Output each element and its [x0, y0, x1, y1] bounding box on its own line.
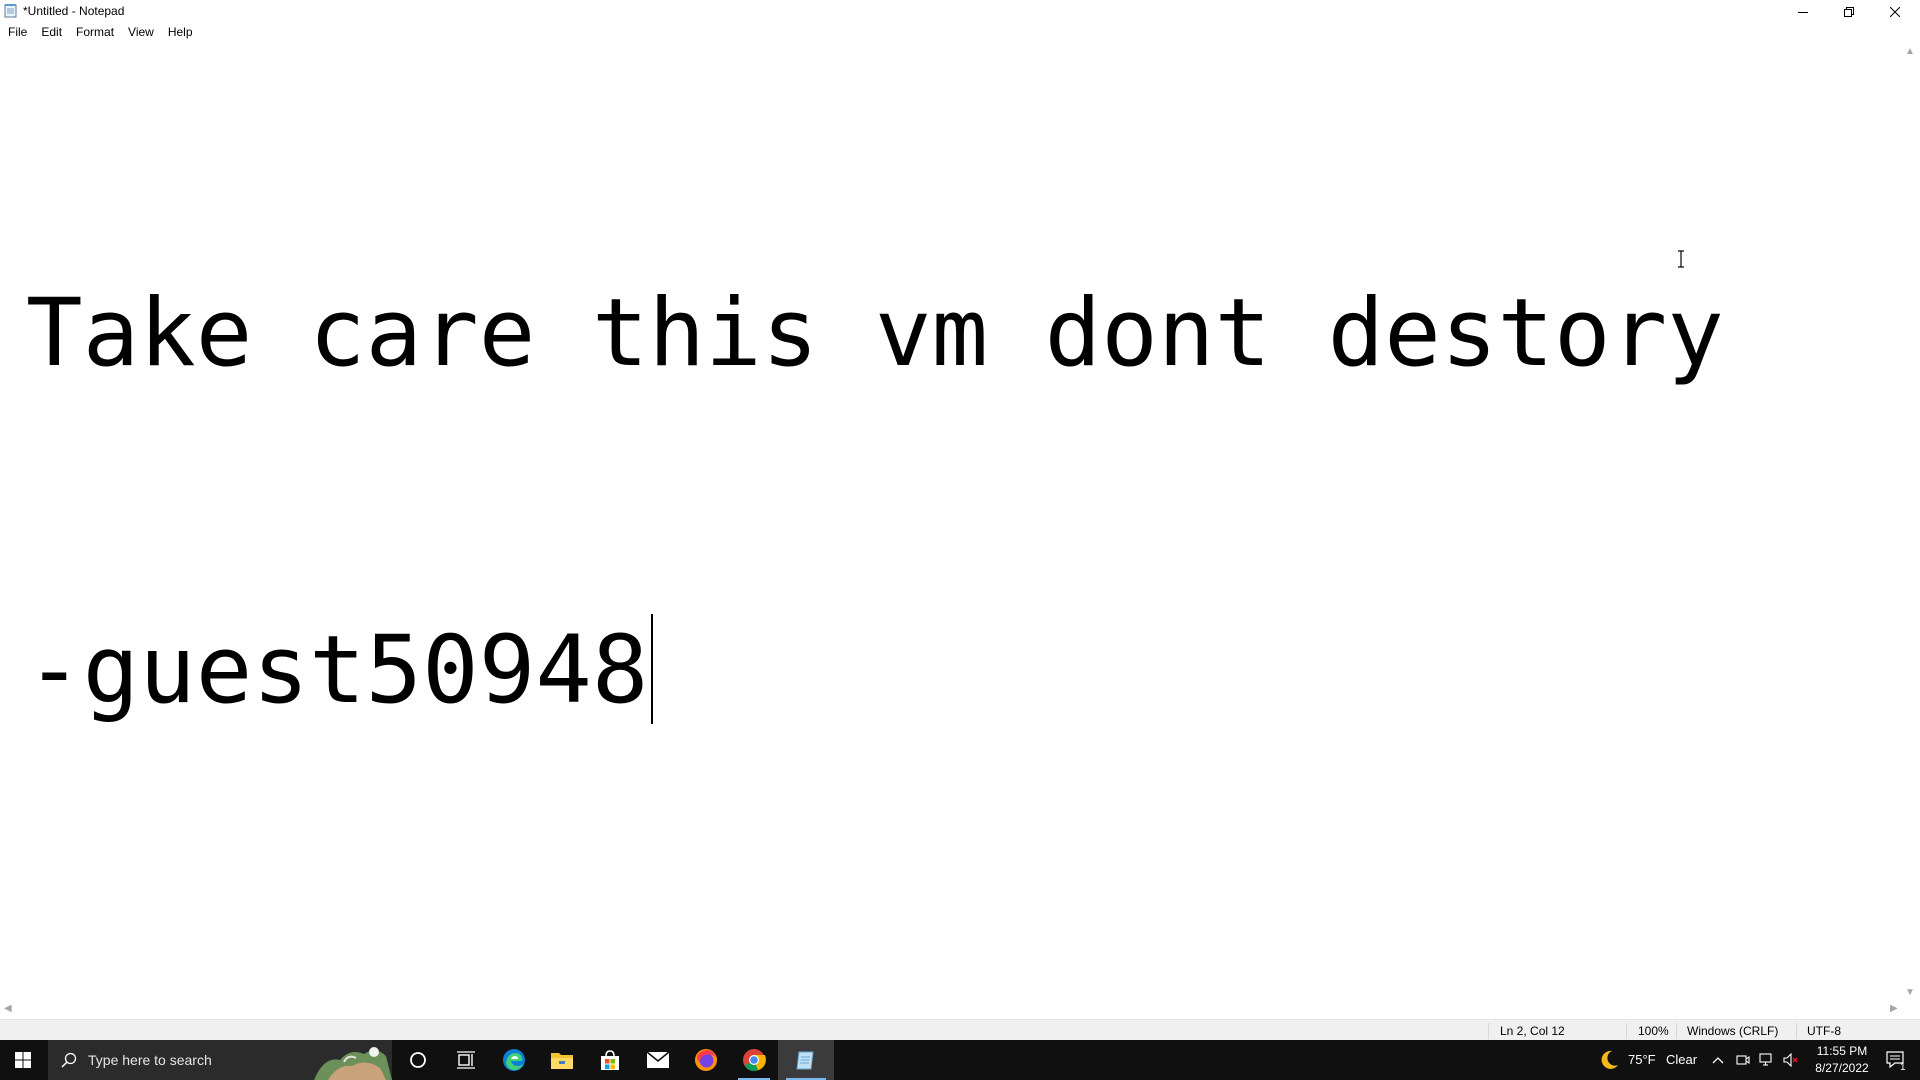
- status-bar: Ln 2, Col 12 100% Windows (CRLF) UTF-8: [0, 1019, 1920, 1041]
- camera-icon: [1736, 1055, 1750, 1065]
- status-divider: [1488, 1023, 1489, 1039]
- status-divider: [1676, 1023, 1677, 1039]
- scroll-left-icon[interactable]: ◀: [4, 1003, 12, 1014]
- editor-line-2-text: -guest50948: [26, 616, 649, 725]
- search-icon: [61, 1052, 77, 1068]
- restore-icon: [1844, 6, 1854, 17]
- ibeam-cursor-icon: [1678, 250, 1684, 268]
- mail-icon: [646, 1051, 670, 1068]
- network-button[interactable]: [1756, 1040, 1778, 1080]
- minimize-icon: [1798, 11, 1808, 13]
- taskbar-search-box[interactable]: Type here to search: [48, 1040, 392, 1080]
- cursor-position: Ln 2, Col 12: [1500, 1024, 1565, 1038]
- weather-condition: Clear: [1666, 1052, 1698, 1067]
- vertical-scrollbar[interactable]: ▲ ▼: [1900, 44, 1920, 1000]
- status-divider: [1796, 1023, 1797, 1039]
- scroll-right-icon[interactable]: ▶: [1890, 1003, 1898, 1014]
- start-button[interactable]: [0, 1040, 46, 1080]
- scroll-up-icon[interactable]: ▲: [1905, 46, 1915, 57]
- text-editor[interactable]: Take care this vm dont destory -guest509…: [0, 44, 1900, 1000]
- encoding: UTF-8: [1807, 1024, 1841, 1038]
- task-view-icon: [457, 1051, 475, 1069]
- cortana-button[interactable]: [394, 1040, 442, 1080]
- line-ending: Windows (CRLF): [1687, 1024, 1779, 1038]
- weather-temperature: 75°F: [1628, 1052, 1656, 1067]
- horizontal-scrollbar[interactable]: ◀ ▶: [0, 1000, 1920, 1019]
- menu-help[interactable]: Help: [161, 23, 200, 42]
- menu-format[interactable]: Format: [69, 23, 121, 42]
- meet-now-button[interactable]: [1732, 1040, 1754, 1080]
- speaker-muted-icon: [1783, 1053, 1798, 1067]
- store-button[interactable]: [586, 1040, 634, 1080]
- editor-line-1-text: Take care this vm dont destory: [26, 279, 1724, 388]
- notification-center-button[interactable]: 1: [1876, 1040, 1916, 1080]
- menu-file[interactable]: File: [0, 23, 34, 42]
- show-hidden-icons-button[interactable]: [1708, 1040, 1728, 1080]
- status-divider: [1626, 1023, 1627, 1039]
- moon-icon: [1601, 1050, 1618, 1069]
- editor-content[interactable]: Take care this vm dont destory -guest509…: [26, 54, 1724, 950]
- menu-bar: File Edit Format View Help: [0, 23, 200, 42]
- search-highlight-illustration-icon: [314, 1047, 392, 1080]
- text-caret: [650, 614, 653, 724]
- file-explorer-icon: [551, 1053, 573, 1069]
- volume-button[interactable]: [1780, 1040, 1802, 1080]
- editor-line-1: Take care this vm dont destory: [26, 278, 1724, 390]
- menu-view[interactable]: View: [121, 23, 161, 42]
- zoom-level: 100%: [1638, 1024, 1669, 1038]
- clock-date: 8/27/2022: [1815, 1061, 1869, 1075]
- notepad-taskbar-button[interactable]: [778, 1040, 834, 1080]
- scroll-down-icon[interactable]: ▼: [1905, 987, 1915, 998]
- store-icon: [601, 1050, 619, 1070]
- title-bar[interactable]: *Untitled - Notepad: [0, 0, 1920, 23]
- notepad-icon: [796, 1051, 814, 1070]
- firefox-button[interactable]: [682, 1040, 730, 1080]
- editor-line-2: -guest50948: [26, 614, 1724, 726]
- taskbar: Type here to search 75°F Clear 11:55 PM …: [0, 1040, 1920, 1080]
- chrome-icon: [743, 1049, 766, 1072]
- search-placeholder: Type here to search: [88, 1052, 212, 1068]
- notepad-app-icon[interactable]: [4, 3, 18, 18]
- firefox-icon: [695, 1049, 717, 1071]
- edge-button[interactable]: [490, 1040, 538, 1080]
- minimize-button[interactable]: [1780, 0, 1826, 23]
- chrome-button[interactable]: [730, 1040, 778, 1080]
- cortana-icon: [410, 1052, 426, 1068]
- window-title: *Untitled - Notepad: [23, 4, 125, 18]
- notification-count: 1: [1900, 1062, 1906, 1073]
- task-view-button[interactable]: [442, 1040, 490, 1080]
- file-explorer-button[interactable]: [538, 1040, 586, 1080]
- windows-logo-icon: [15, 1052, 31, 1068]
- mail-button[interactable]: [634, 1040, 682, 1080]
- menu-edit[interactable]: Edit: [34, 23, 69, 42]
- network-icon: [1759, 1053, 1772, 1066]
- restore-button[interactable]: [1826, 0, 1872, 23]
- close-icon: [1890, 6, 1900, 17]
- clock-time: 11:55 PM: [1816, 1044, 1868, 1058]
- edge-icon: [503, 1049, 525, 1071]
- close-button[interactable]: [1872, 0, 1918, 23]
- chevron-up-icon: [1712, 1057, 1724, 1064]
- taskbar-clock[interactable]: 11:55 PM 8/27/2022: [1808, 1043, 1876, 1077]
